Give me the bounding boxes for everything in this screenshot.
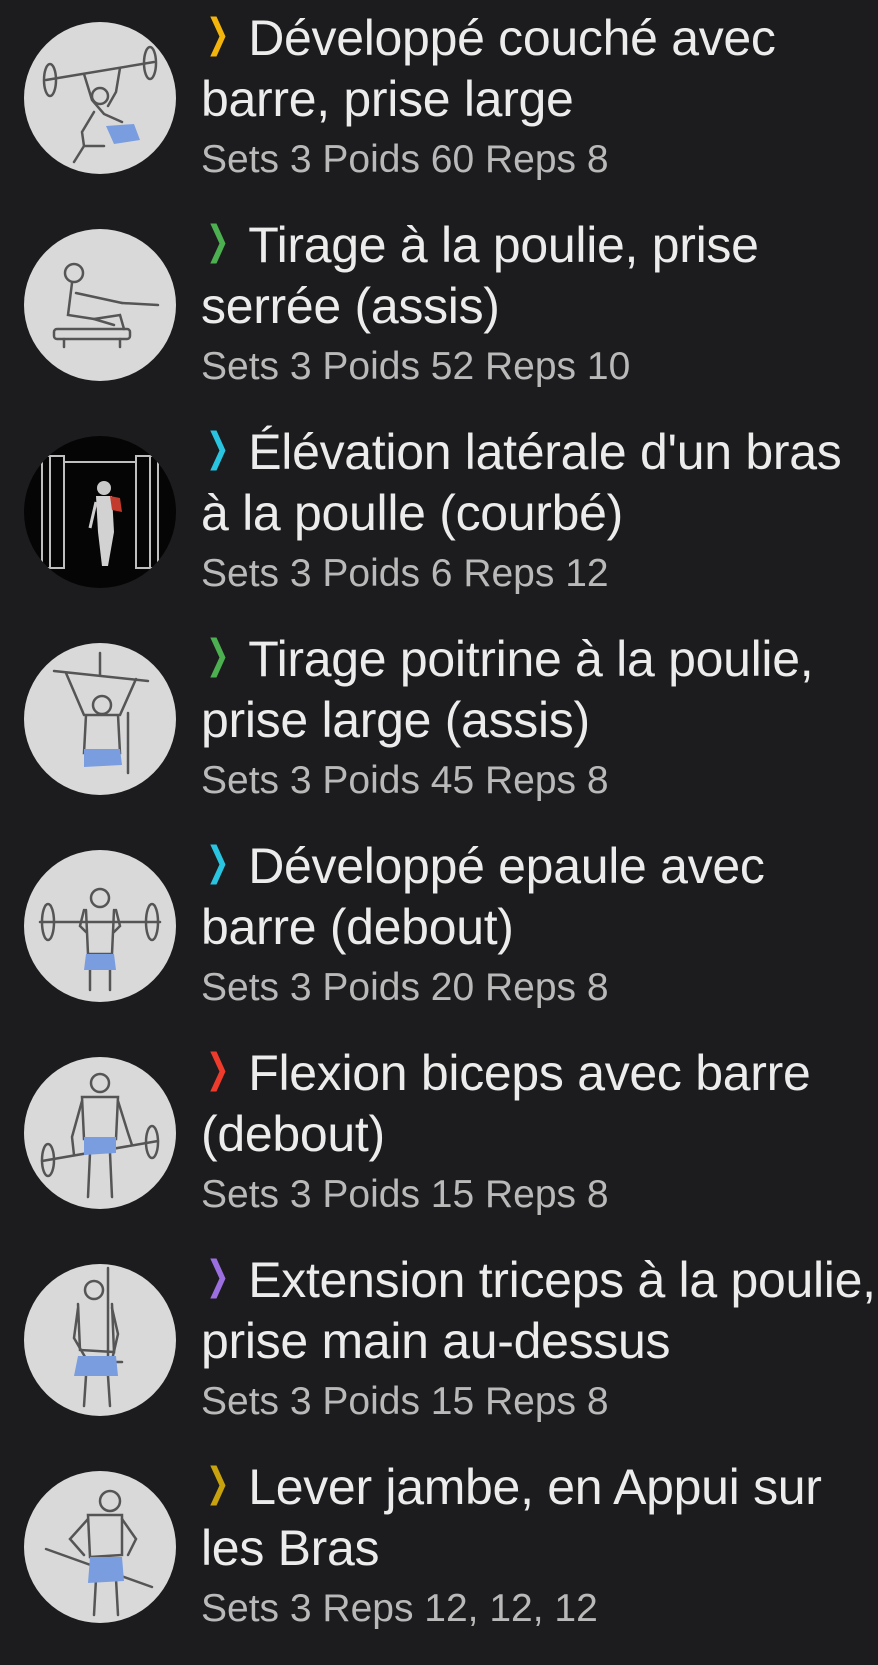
chevron-right-icon: ❯: [205, 219, 230, 263]
overhead-press-icon: [24, 850, 176, 1002]
chevron-right-icon: ❯: [205, 1047, 230, 1091]
exercise-item[interactable]: ❯ Lever jambe, en Appui sur les Bras Sets…: [0, 1449, 878, 1656]
exercise-details: Sets 3 Poids 20 Reps 8: [201, 966, 609, 1009]
exercise-title-text: Tirage poitrine à la poulie, prise large…: [201, 631, 814, 748]
exercise-details: Sets 3 Reps 12, 12, 12: [201, 1587, 598, 1630]
exercise-title-text: Développé couché avec barre, prise large: [201, 10, 776, 127]
exercise-item[interactable]: ❯ Tirage à la poulie, prise serrée (assis…: [0, 207, 878, 414]
exercise-title: ❯ Développé epaule avec barre (debout): [201, 836, 877, 958]
chevron-right-icon: ❯: [205, 840, 230, 884]
bench-press-icon: [24, 22, 176, 174]
exercise-title: ❯ Tirage poitrine à la poulie, prise larg…: [201, 629, 877, 751]
exercise-details: Sets 3 Poids 15 Reps 8: [201, 1380, 609, 1423]
exercise-item[interactable]: ❯ Élévation latérale d'un bras à la poull…: [0, 414, 878, 621]
chevron-right-icon: ❯: [205, 633, 230, 677]
exercise-details: Sets 3 Poids 15 Reps 8: [201, 1173, 609, 1216]
exercise-details: Sets 3 Poids 6 Reps 12: [201, 552, 609, 595]
exercise-title-text: Flexion biceps avec barre (debout): [201, 1045, 811, 1162]
exercise-title-text: Développé epaule avec barre (debout): [201, 838, 765, 955]
exercise-title-text: Élévation latérale d'un bras à la poulle…: [201, 424, 842, 541]
exercise-title-text: Lever jambe, en Appui sur les Bras: [201, 1459, 822, 1576]
exercise-item[interactable]: ❯ Développé epaule avec barre (debout) Se…: [0, 828, 878, 1035]
exercise-item[interactable]: ❯ Flexion biceps avec barre (debout) Sets…: [0, 1035, 878, 1242]
leg-raise-icon: [24, 1471, 176, 1623]
chevron-right-icon: ❯: [205, 12, 230, 56]
exercise-details: Sets 3 Poids 60 Reps 8: [201, 138, 609, 181]
lat-pulldown-icon: [24, 643, 176, 795]
exercise-item[interactable]: ❯ Développé couché avec barre, prise larg…: [0, 0, 878, 207]
cable-lateral-raise-icon: [24, 436, 176, 588]
exercise-title: ❯ Élévation latérale d'un bras à la poull…: [201, 422, 877, 544]
barbell-curl-icon: [24, 1057, 176, 1209]
exercise-details: Sets 3 Poids 52 Reps 10: [201, 345, 631, 388]
exercise-details: Sets 3 Poids 45 Reps 8: [201, 759, 609, 802]
exercise-title: ❯ Extension triceps à la poulie, prise ma…: [201, 1250, 877, 1372]
exercise-title-text: Tirage à la poulie, prise serrée (assis): [201, 217, 759, 334]
triceps-pushdown-icon: [24, 1264, 176, 1416]
chevron-right-icon: ❯: [205, 1461, 230, 1505]
exercise-title: ❯ Flexion biceps avec barre (debout): [201, 1043, 877, 1165]
seated-cable-row-icon: [24, 229, 176, 381]
exercise-title: ❯ Développé couché avec barre, prise larg…: [201, 8, 877, 130]
exercise-item[interactable]: ❯ Extension triceps à la poulie, prise ma…: [0, 1242, 878, 1449]
exercise-title: ❯ Lever jambe, en Appui sur les Bras: [201, 1457, 877, 1579]
exercise-item[interactable]: ❯ Tirage poitrine à la poulie, prise larg…: [0, 621, 878, 828]
exercise-list: ❯ Développé couché avec barre, prise larg…: [0, 0, 878, 1665]
chevron-right-icon: ❯: [205, 1254, 230, 1298]
chevron-right-icon: ❯: [205, 426, 230, 470]
exercise-title-text: Extension triceps à la poulie, prise mai…: [201, 1252, 876, 1369]
exercise-title: ❯ Tirage à la poulie, prise serrée (assis…: [201, 215, 877, 337]
